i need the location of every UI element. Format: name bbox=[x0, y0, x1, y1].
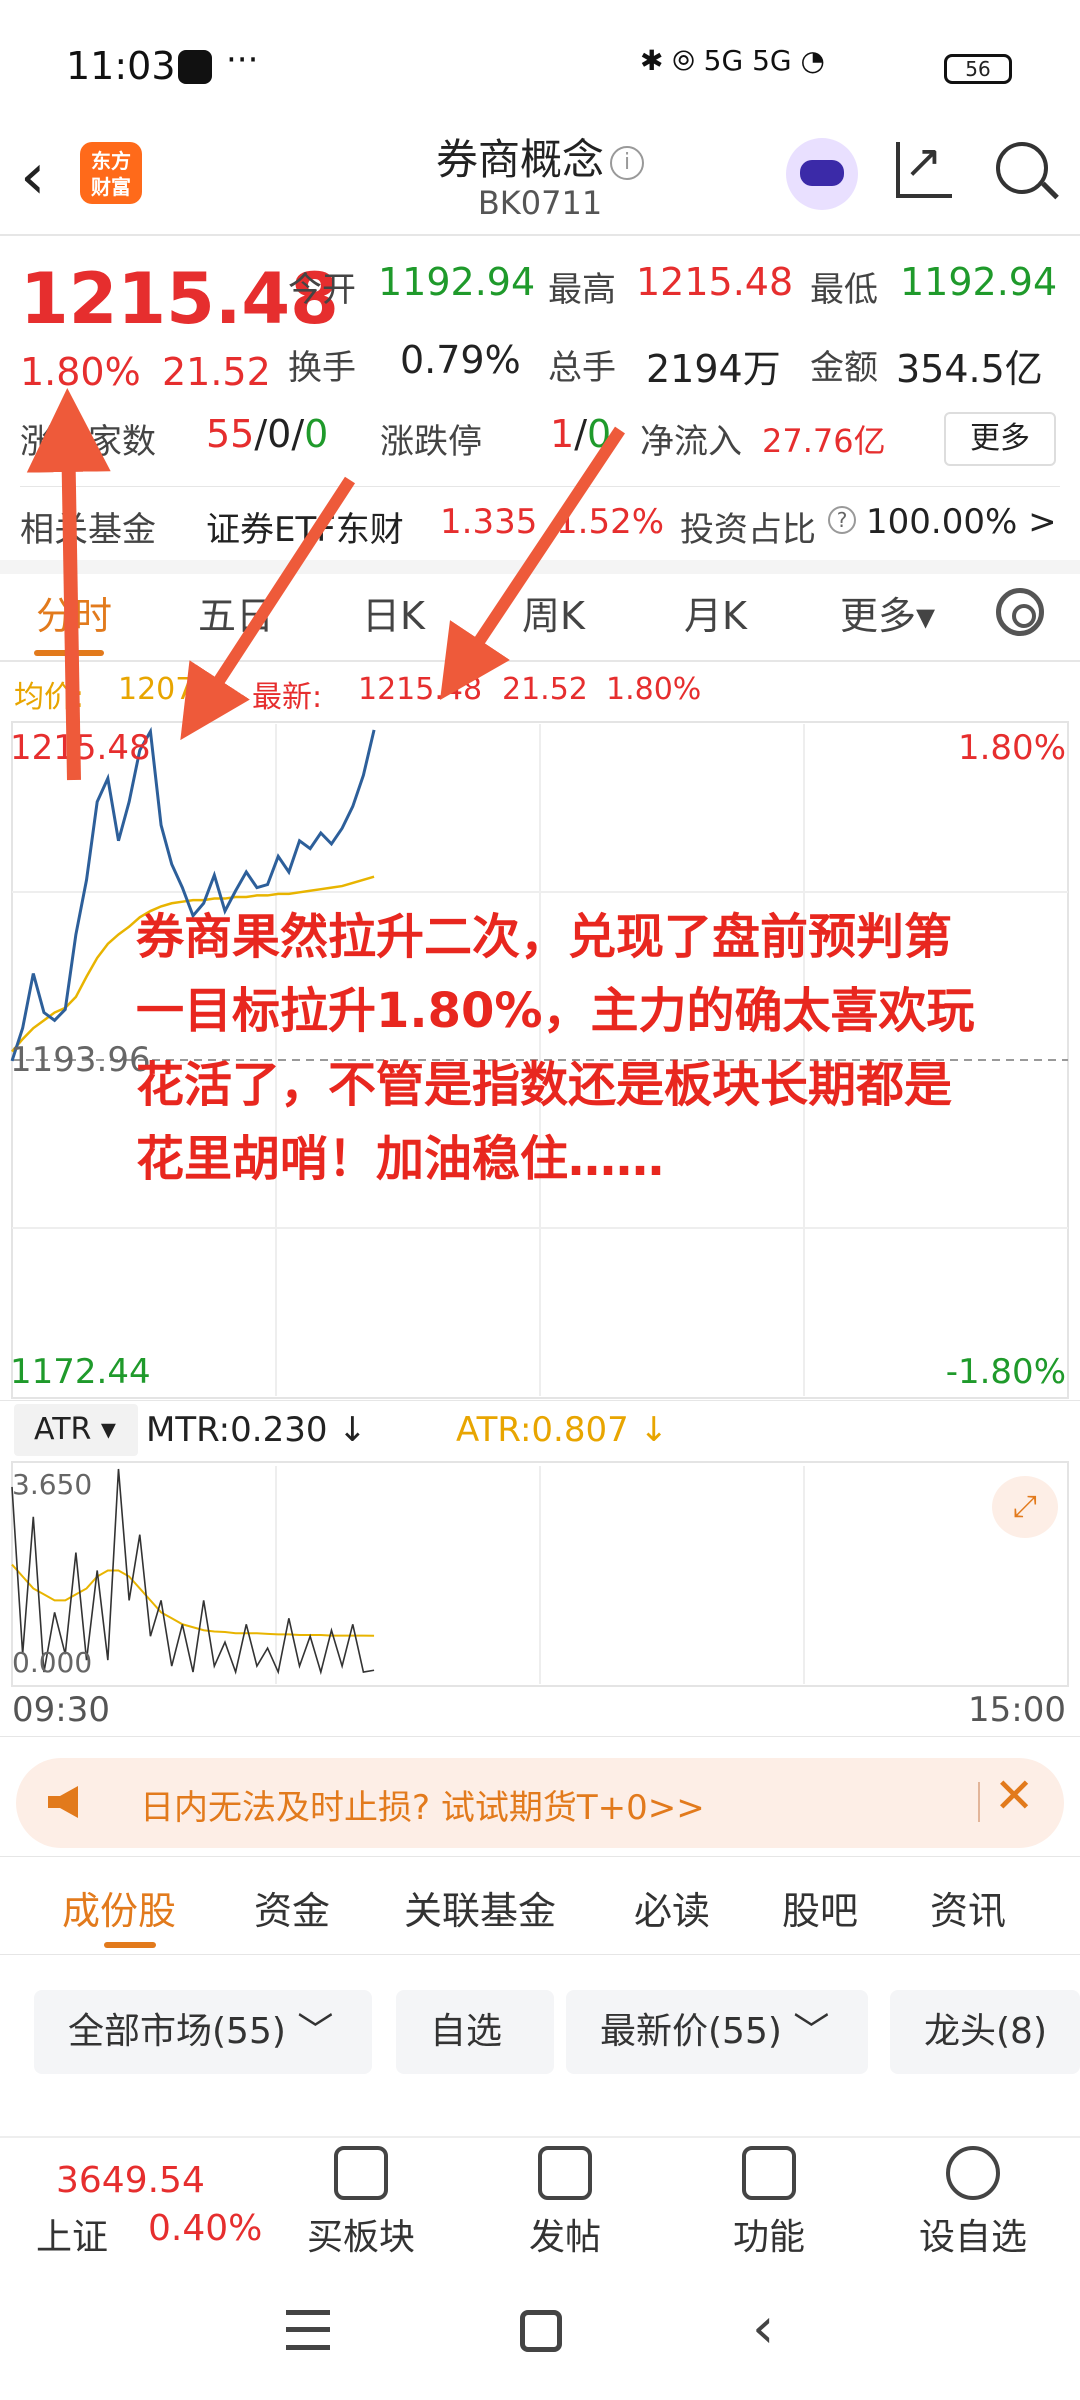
divider bbox=[0, 1400, 1080, 1401]
atr-line bbox=[11, 1563, 375, 1637]
turnover-value: 0.79% bbox=[400, 338, 521, 382]
atr-grid bbox=[275, 1466, 805, 1684]
divider bbox=[0, 1954, 1080, 1955]
atr-y-top: 3.650 bbox=[12, 1468, 93, 1501]
watchlist-filter[interactable]: 自选 bbox=[396, 1990, 554, 2074]
pct-axis-bottom: -1.80% bbox=[945, 1352, 1066, 1392]
title-text: 券商概念 bbox=[435, 135, 604, 184]
annotation-text: 券商果然拉升二次，兑现了盘前预判第一目标拉升1.80%，主力的确太喜欢玩花活了，… bbox=[136, 909, 975, 1187]
network-label: 5G 5G bbox=[703, 44, 792, 77]
time-start: 09:30 bbox=[12, 1690, 110, 1730]
atr-chart[interactable] bbox=[0, 1460, 1080, 1690]
tab-news[interactable]: 资讯 bbox=[930, 1880, 1006, 1935]
ellipsis-icon bbox=[946, 2146, 1000, 2200]
tab-forum[interactable]: 股吧 bbox=[782, 1880, 858, 1935]
high-label: 最高 bbox=[548, 270, 616, 310]
tab-related-funds[interactable]: 关联基金 bbox=[404, 1880, 556, 1935]
arrow-up bbox=[26, 388, 111, 781]
y-axis-mid: 1193.96 bbox=[10, 1040, 151, 1080]
open-value: 1192.94 bbox=[378, 260, 536, 304]
indicator-select[interactable]: ATR ▾ bbox=[14, 1404, 138, 1456]
price-sort[interactable]: 最新价(55) ﹀ bbox=[566, 1990, 868, 2074]
post-button[interactable]: 发帖 bbox=[490, 2146, 640, 2260]
add-watchlist-button[interactable]: 设自选 bbox=[898, 2146, 1048, 2260]
high-value: 1215.48 bbox=[636, 260, 794, 304]
mtr-value: MTR:0.230 ↓ bbox=[146, 1410, 367, 1450]
annotation-arrows bbox=[26, 388, 625, 781]
recent-apps-icon[interactable] bbox=[286, 2310, 330, 2350]
signal-icons: ✱ ⦾ 5G 5G ◔ bbox=[640, 44, 825, 77]
add-watchlist-label: 设自选 bbox=[918, 2217, 1027, 2258]
system-back-icon[interactable]: ‹ bbox=[752, 2296, 774, 2361]
open-label: 今开 bbox=[288, 270, 356, 310]
info-icon[interactable]: i bbox=[610, 145, 644, 180]
status-bar: 11:03 ··· ✱ ⦾ 5G 5G ◔ 56 bbox=[0, 0, 1080, 130]
low-label: 最低 bbox=[810, 270, 878, 310]
tab-funds-flow[interactable]: 资金 bbox=[254, 1880, 330, 1935]
tab-underline bbox=[104, 1942, 156, 1948]
index-pct[interactable]: 0.40% bbox=[148, 2208, 262, 2249]
arrow-right bbox=[440, 426, 625, 700]
functions-label: 功能 bbox=[732, 2217, 805, 2258]
buy-sector-button[interactable]: 买板块 bbox=[286, 2146, 436, 2260]
low-value: 1192.94 bbox=[900, 260, 1058, 304]
time-end: 15:00 bbox=[968, 1690, 1066, 1730]
ai-assistant-icon[interactable] bbox=[786, 138, 858, 210]
divider bbox=[0, 1856, 1080, 1857]
y-axis-bottom: 1172.44 bbox=[10, 1352, 151, 1392]
status-time: 11:03 bbox=[66, 44, 176, 88]
atr-value: ATR:0.807 ↓ bbox=[456, 1410, 669, 1450]
share-arrow-icon: ↗ bbox=[904, 134, 943, 188]
buy-sector-icon bbox=[334, 2146, 388, 2200]
market-filter[interactable]: 全部市场(55) ﹀ bbox=[34, 1990, 372, 2074]
tab-constituents[interactable]: 成份股 bbox=[62, 1880, 176, 1935]
grid-icon bbox=[742, 2146, 796, 2200]
divider bbox=[0, 1736, 1080, 1737]
index-name[interactable]: 上证 bbox=[36, 2208, 108, 2260]
tab-must-read[interactable]: 必读 bbox=[634, 1880, 710, 1935]
functions-button[interactable]: 功能 bbox=[694, 2146, 844, 2260]
atr-y-bottom: 0.000 bbox=[12, 1646, 93, 1679]
more-notifications-icon: ··· bbox=[226, 40, 259, 80]
megaphone-icon bbox=[48, 1786, 78, 1818]
banner-text[interactable]: 日内无法及时止损? 试试期货T+0>> bbox=[140, 1780, 705, 1829]
divider bbox=[0, 234, 1080, 236]
tiktok-icon bbox=[178, 50, 212, 84]
expand-icon[interactable]: ⤢ bbox=[992, 1476, 1058, 1538]
banner-divider bbox=[978, 1782, 980, 1822]
buy-sector-label: 买板块 bbox=[306, 2217, 415, 2258]
home-icon[interactable] bbox=[520, 2310, 562, 2352]
arrow-left bbox=[180, 476, 356, 741]
post-label: 发帖 bbox=[528, 2217, 601, 2258]
search-icon[interactable] bbox=[996, 142, 1048, 194]
leader-filter[interactable]: 龙头(8) bbox=[890, 1990, 1080, 2074]
edit-icon bbox=[538, 2146, 592, 2200]
header: ‹ 东方 财富 券商概念 i BK0711 ↗ bbox=[0, 120, 1080, 240]
battery-icon: 56 bbox=[944, 54, 1012, 84]
close-icon[interactable]: ✕ bbox=[994, 1768, 1034, 1824]
index-price[interactable]: 3649.54 bbox=[56, 2160, 205, 2201]
